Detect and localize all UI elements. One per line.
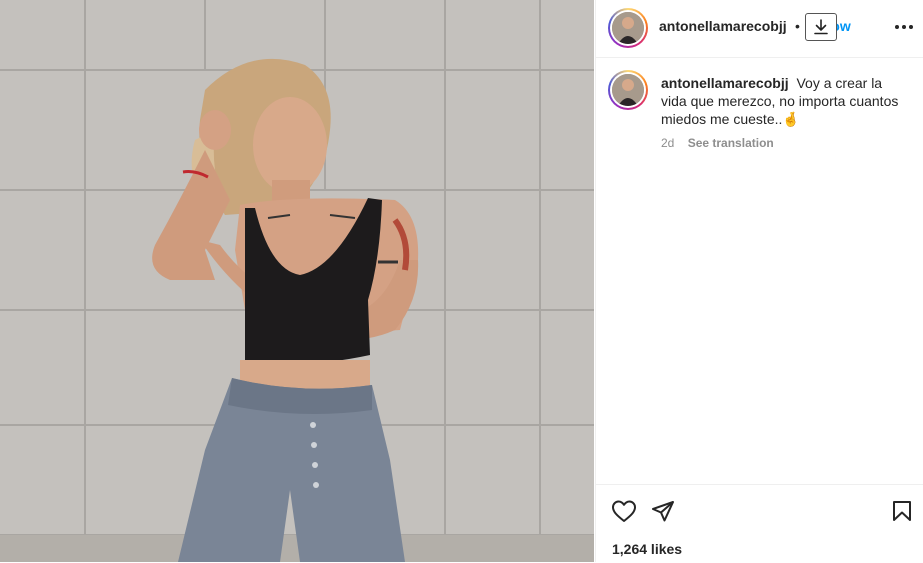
caption-avatar-image [612,74,644,106]
save-button[interactable] [892,500,912,527]
post-age[interactable]: 2d [661,136,674,150]
header-username[interactable]: antonellamarecobjj [659,18,787,34]
more-options-icon [895,25,913,29]
post-photo[interactable] [0,0,594,562]
avatar-image [612,12,644,44]
post-actions: 1,264 likes [596,484,923,563]
post-sidebar: antonellamarecobjj • Follow [595,0,923,562]
more-options-button[interactable] [892,15,916,39]
bookmark-icon [893,501,911,521]
see-translation-link[interactable]: See translation [688,136,774,150]
caption-username[interactable]: antonellamarecobjj [661,75,789,91]
caption-meta: 2d See translation [661,136,774,150]
download-button[interactable] [805,13,837,41]
like-button[interactable] [611,499,637,528]
post-photo-illustration [0,0,594,562]
post-header: antonellamarecobjj • Follow [596,0,923,58]
caption-avatar[interactable] [608,70,648,110]
caption-emoji: 🤞 [782,111,800,127]
heart-icon [612,500,636,522]
likes-count[interactable]: 1,264 likes [612,541,682,557]
share-button[interactable] [651,499,675,528]
download-icon [814,19,828,35]
avatar[interactable] [608,8,648,48]
header-separator: • [795,18,800,34]
share-icon [652,501,674,522]
post-caption: antonellamarecobjj Voy a crear la vida q… [661,74,911,128]
